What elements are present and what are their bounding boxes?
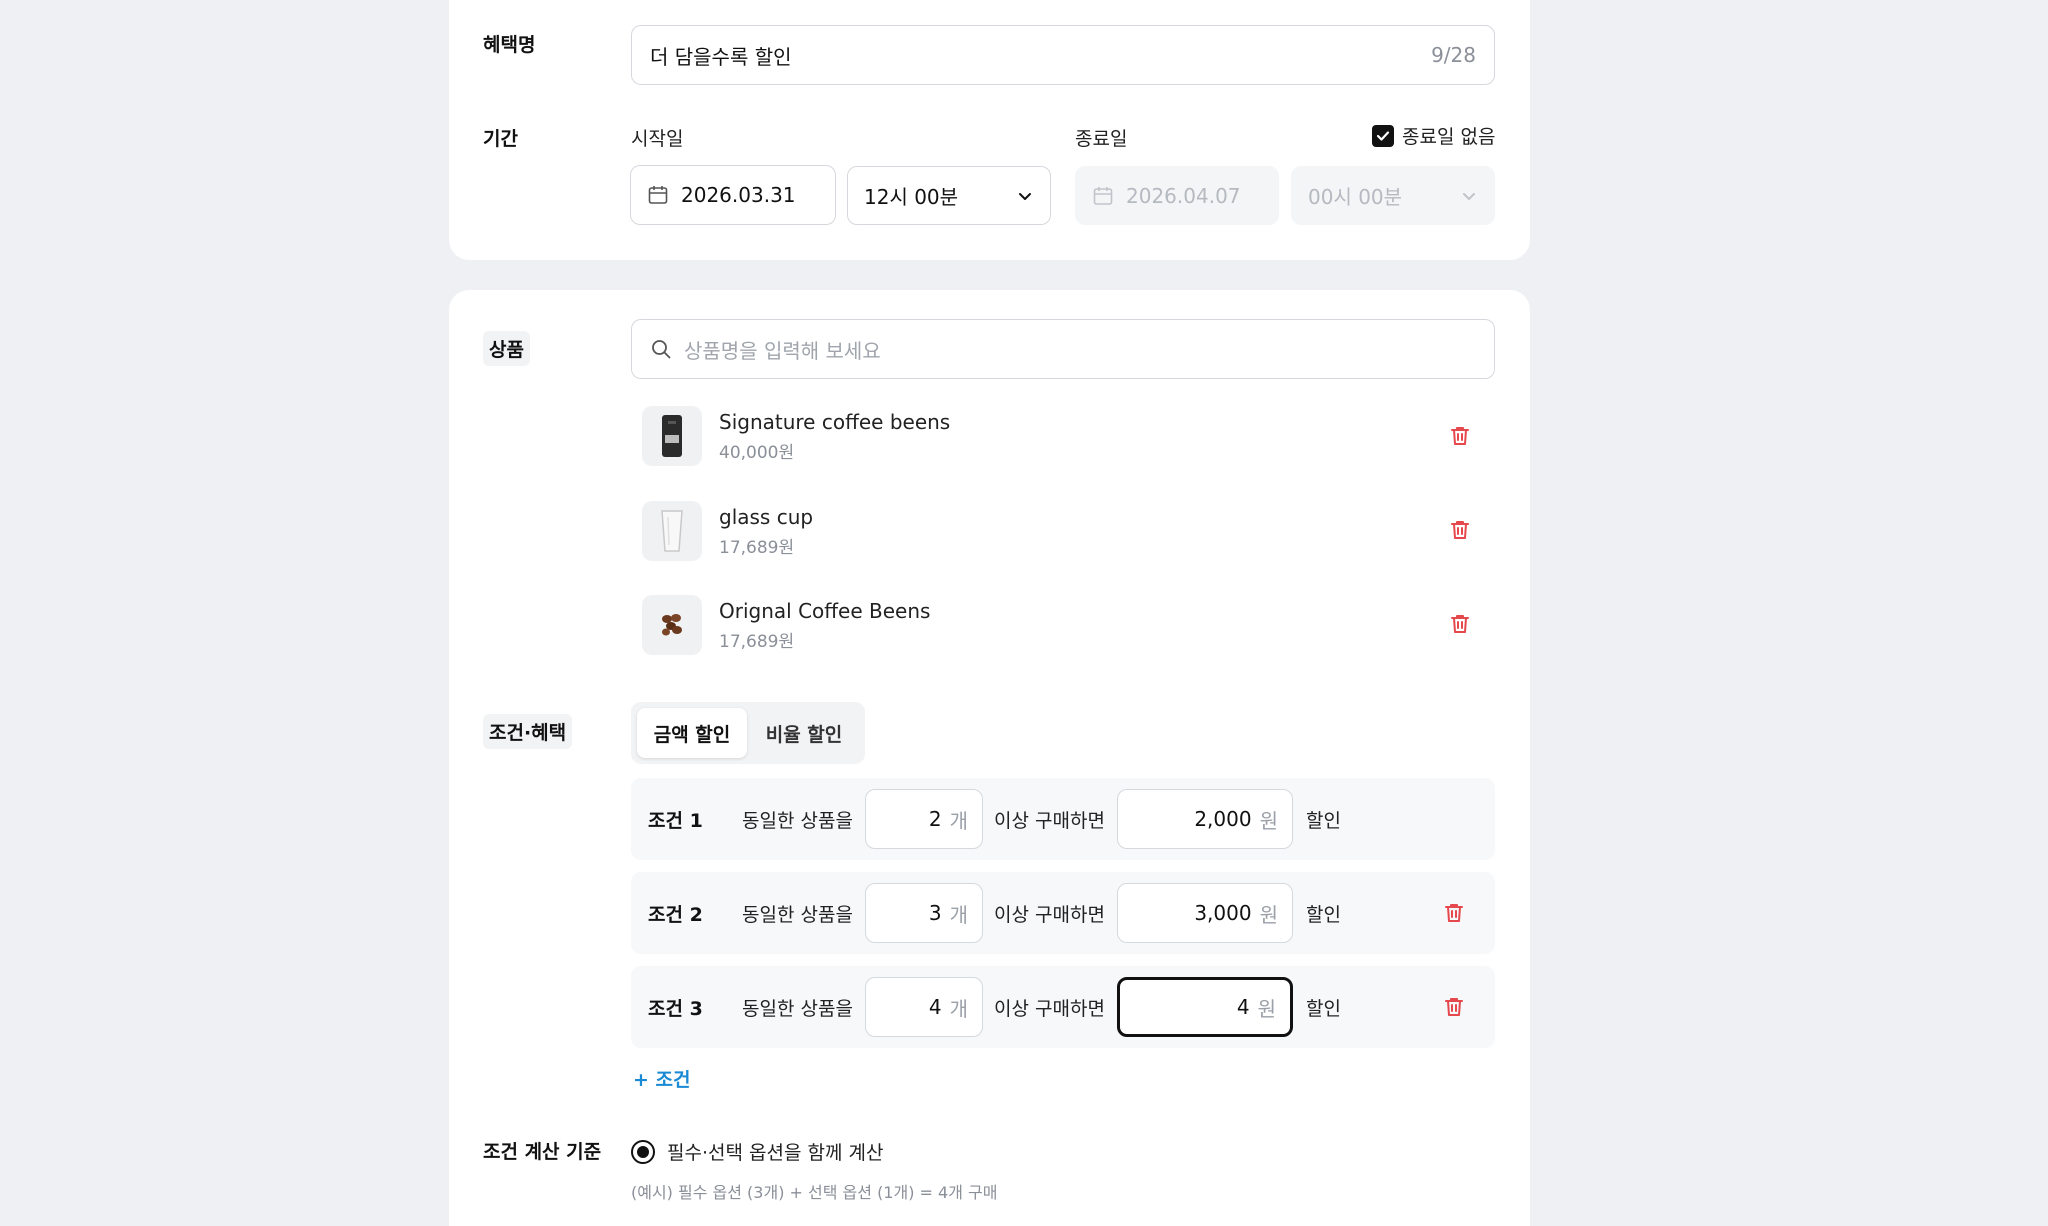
trash-icon bbox=[1445, 998, 1463, 1016]
condition-title: 조건 2 bbox=[648, 904, 703, 926]
add-condition-button[interactable]: + 조건 bbox=[633, 1065, 691, 1092]
amount-value: 2,000 bbox=[1194, 807, 1252, 831]
chevron-down-icon bbox=[1460, 187, 1478, 205]
benefit-name-label: 혜택명 bbox=[483, 34, 536, 56]
product-name: glass cup bbox=[719, 504, 814, 529]
condition-text: 동일한 상품을 bbox=[742, 998, 853, 1020]
quantity-unit: 개 bbox=[949, 996, 968, 1021]
delete-condition-button[interactable] bbox=[1442, 995, 1466, 1019]
tab-amount-discount[interactable]: 금액 할인 bbox=[637, 708, 747, 758]
delete-product-button[interactable] bbox=[1448, 612, 1472, 636]
condition-title: 조건 1 bbox=[648, 810, 703, 832]
condition-row: 조건 3 동일한 상품을 4개 이상 구매하면 4원 할인 bbox=[631, 966, 1495, 1048]
product-name: Signature coffee beens bbox=[719, 409, 951, 434]
end-date-label: 종료일 bbox=[1075, 128, 1128, 150]
condition-row: 조건 1 동일한 상품을 2개 이상 구매하면 2,000 원 할인 bbox=[631, 778, 1495, 860]
calc-basis-option: 필수·선택 옵션을 함께 계산 bbox=[667, 1142, 884, 1164]
product-price: 40,000원 bbox=[719, 442, 795, 463]
end-date-input[interactable]: 2026.04.07 bbox=[1075, 166, 1279, 225]
products-label: 상품 bbox=[483, 331, 530, 366]
calendar-icon bbox=[1092, 185, 1114, 207]
product-search-input[interactable]: 상품명을 입력해 보세요 bbox=[631, 319, 1495, 379]
search-icon bbox=[650, 338, 672, 360]
amount-value: 3,000 bbox=[1194, 901, 1252, 925]
delete-condition-button[interactable] bbox=[1442, 901, 1466, 925]
products-conditions-card bbox=[449, 290, 1530, 1226]
condition-text: 동일한 상품을 bbox=[742, 810, 853, 832]
trash-icon bbox=[1445, 904, 1463, 922]
start-date-value: 2026.03.31 bbox=[681, 183, 796, 207]
amount-value: 4 bbox=[1236, 995, 1250, 1019]
amount-input[interactable]: 3,000 원 bbox=[1117, 883, 1293, 943]
condition-text: 이상 구매하면 bbox=[994, 998, 1105, 1020]
product-item: Orignal Coffee Beens 17,689원 bbox=[642, 595, 930, 655]
condition-row: 조건 2 동일한 상품을 3개 이상 구매하면 3,000 원 할인 bbox=[631, 872, 1495, 954]
amount-input[interactable]: 2,000 원 bbox=[1117, 789, 1293, 849]
amount-input[interactable]: 4원 bbox=[1117, 977, 1293, 1037]
benefit-name-value: 더 담을수록 할인 bbox=[650, 44, 792, 69]
product-name: Orignal Coffee Beens bbox=[719, 598, 931, 623]
product-price: 17,689원 bbox=[719, 631, 795, 652]
calc-basis-example: (예시) 필수 옵션 (3개) + 선택 옵션 (1개) = 4개 구매 bbox=[631, 1183, 998, 1202]
trash-icon bbox=[1451, 427, 1469, 445]
product-thumbnail bbox=[642, 595, 702, 655]
start-date-label: 시작일 bbox=[631, 128, 684, 150]
benefit-name-input[interactable]: 더 담을수록 할인 9/28 bbox=[631, 25, 1495, 85]
check-icon bbox=[1372, 124, 1394, 147]
quantity-input[interactable]: 4개 bbox=[865, 977, 983, 1037]
end-time-select[interactable]: 00시 00분 bbox=[1291, 166, 1495, 225]
calc-basis-label: 조건 계산 기준 bbox=[483, 1141, 602, 1163]
condition-title: 조건 3 bbox=[648, 998, 703, 1020]
quantity-value: 2 bbox=[928, 807, 942, 831]
condition-text: 할인 bbox=[1306, 810, 1341, 832]
condition-text: 동일한 상품을 bbox=[742, 904, 853, 926]
product-thumbnail bbox=[642, 406, 702, 466]
product-item: Signature coffee beens 40,000원 bbox=[642, 406, 950, 466]
conditions-label: 조건·혜택 bbox=[483, 714, 573, 749]
trash-icon bbox=[1451, 615, 1469, 633]
char-count: 9/28 bbox=[1431, 43, 1476, 67]
product-price: 17,689원 bbox=[719, 537, 795, 558]
amount-unit: 원 bbox=[1259, 808, 1278, 833]
quantity-input[interactable]: 2개 bbox=[865, 789, 983, 849]
quantity-value: 3 bbox=[928, 901, 942, 925]
amount-unit: 원 bbox=[1259, 902, 1278, 927]
amount-unit: 원 bbox=[1257, 996, 1276, 1021]
trash-icon bbox=[1451, 521, 1469, 539]
quantity-input[interactable]: 3개 bbox=[865, 883, 983, 943]
delete-product-button[interactable] bbox=[1448, 518, 1472, 542]
product-thumbnail bbox=[642, 501, 702, 561]
condition-text: 이상 구매하면 bbox=[994, 810, 1105, 832]
chevron-down-icon bbox=[1016, 187, 1034, 205]
discount-type-tabs: 금액 할인 비율 할인 bbox=[631, 702, 865, 764]
start-time-value: 12시 00분 bbox=[864, 185, 959, 209]
end-time-value: 00시 00분 bbox=[1308, 185, 1403, 209]
search-placeholder: 상품명을 입력해 보세요 bbox=[684, 338, 881, 363]
condition-text: 할인 bbox=[1306, 904, 1341, 926]
period-label: 기간 bbox=[483, 128, 518, 150]
quantity-value: 4 bbox=[928, 995, 942, 1019]
no-end-date-checkbox[interactable]: 종료일 없음 bbox=[1372, 122, 1495, 149]
start-time-select[interactable]: 12시 00분 bbox=[847, 166, 1051, 225]
radio-selected-icon bbox=[631, 1139, 655, 1164]
start-date-input[interactable]: 2026.03.31 bbox=[630, 165, 836, 225]
calendar-icon bbox=[647, 184, 669, 206]
end-date-value: 2026.04.07 bbox=[1126, 183, 1241, 208]
quantity-unit: 개 bbox=[949, 808, 968, 833]
product-item: glass cup 17,689원 bbox=[642, 501, 813, 561]
quantity-unit: 개 bbox=[949, 902, 968, 927]
delete-product-button[interactable] bbox=[1448, 424, 1472, 448]
tab-rate-discount[interactable]: 비율 할인 bbox=[749, 708, 859, 758]
condition-text: 이상 구매하면 bbox=[994, 904, 1105, 926]
calc-basis-radio[interactable]: 필수·선택 옵션을 함께 계산 bbox=[631, 1138, 883, 1165]
no-end-date-label: 종료일 없음 bbox=[1402, 126, 1496, 148]
condition-text: 할인 bbox=[1306, 998, 1341, 1020]
